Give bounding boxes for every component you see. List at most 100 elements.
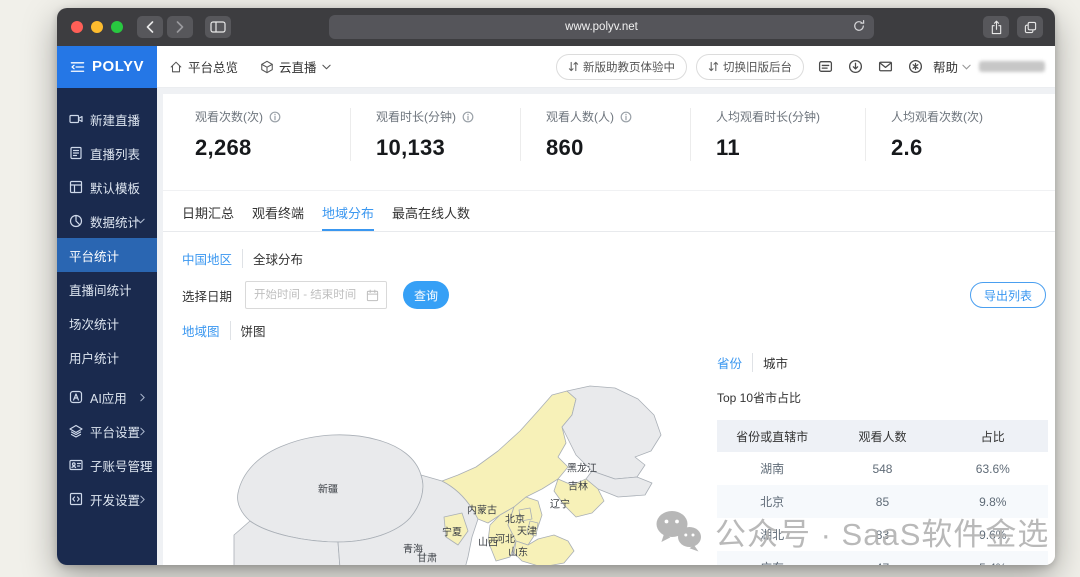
sidebar-item-2[interactable]: 默认模板	[57, 170, 157, 204]
chevron-right-icon	[140, 427, 145, 436]
sidebar-item-8[interactable]: AI应用	[57, 380, 157, 414]
chevron-right-icon	[140, 495, 145, 504]
sidebar-item-label: 开发设置	[90, 490, 140, 509]
stat-value: 11	[716, 135, 855, 161]
toggle-option-0[interactable]: 中国地区	[182, 249, 232, 268]
zoom-window-button[interactable]	[111, 21, 123, 33]
export-list-button[interactable]: 导出列表	[970, 282, 1046, 308]
region-toggle: 中国地区全球分布	[182, 249, 303, 268]
tab-3[interactable]: 最高在线人数	[392, 198, 470, 231]
logo[interactable]: POLYV	[57, 46, 157, 88]
close-window-button[interactable]	[71, 21, 83, 33]
stat-card-0: 观看次数(次)2,268	[195, 108, 350, 161]
minimize-window-button[interactable]	[91, 21, 103, 33]
pill-label: 切换旧版后台	[723, 59, 792, 75]
sidebar-item-0[interactable]: 新建直播	[57, 102, 157, 136]
content-gutter-top	[157, 88, 1055, 94]
back-button[interactable]	[137, 16, 163, 38]
list-icon	[69, 146, 83, 160]
main-content: 观看次数(次)2,268观看时长(分钟)10,133观看人数(人)860人均观看…	[157, 88, 1055, 565]
table-cell-ratio: 5.4%	[938, 561, 1048, 566]
tabs-overview-button[interactable]	[1017, 16, 1043, 38]
sidebar-item-label: 新建直播	[90, 110, 140, 129]
info-icon[interactable]	[462, 111, 474, 123]
app-body: 新建直播直播列表默认模板数据统计平台统计直播间统计场次统计用户统计 AI应用平台设…	[57, 88, 1055, 565]
points-button[interactable]	[903, 54, 929, 80]
stat-label: 人均观看时长(分钟)	[716, 108, 855, 125]
ranking-subtitle: Top 10省市占比	[717, 389, 1048, 406]
sidebar-toggle-icon	[210, 21, 226, 33]
stat-label-text: 人均观看时长(分钟)	[716, 108, 820, 125]
toggle-option-0[interactable]: 地域图	[182, 321, 220, 340]
browser-chrome: www.polyv.net	[57, 8, 1055, 46]
reload-icon[interactable]	[852, 19, 866, 33]
logo-text: POLYV	[92, 58, 144, 75]
stat-label-text: 观看次数(次)	[195, 108, 263, 125]
share-button[interactable]	[983, 16, 1009, 38]
sidebar-item-11[interactable]: 开发设置	[57, 482, 157, 516]
sidebar-item-label: 平台设置	[90, 422, 140, 441]
mail-icon	[878, 59, 893, 74]
url-bar[interactable]: www.polyv.net	[329, 15, 874, 39]
tab-2[interactable]: 地域分布	[322, 198, 374, 231]
table-cell-name: 湖南	[717, 460, 827, 477]
date-range-input[interactable]	[254, 289, 362, 301]
toggle-option-1[interactable]: 饼图	[230, 321, 266, 340]
china-map-shapes	[220, 385, 690, 565]
forward-button[interactable]	[167, 16, 193, 38]
header-pill-button-0[interactable]: 新版助教页体验中	[556, 54, 687, 80]
help-menu[interactable]: 帮助	[933, 57, 971, 76]
message-button[interactable]	[813, 54, 839, 80]
stat-label: 观看时长(分钟)	[376, 108, 510, 125]
sidebar-item-7[interactable]: 用户统计	[57, 340, 157, 374]
cube-icon	[260, 60, 274, 74]
chevron-down-icon	[322, 64, 331, 70]
stat-value: 860	[546, 135, 680, 161]
header-pill-buttons: 新版助教页体验中 切换旧版后台	[556, 54, 813, 80]
tab-0[interactable]: 日期汇总	[182, 198, 234, 231]
app-header-actions: 新版助教页体验中 切换旧版后台 帮助	[556, 54, 1045, 80]
toggle-option-1[interactable]: 全球分布	[242, 249, 303, 268]
sidebar-item-1[interactable]: 直播列表	[57, 136, 157, 170]
sidebar-item-label: 用户统计	[69, 348, 119, 367]
china-map[interactable]: 新疆黑龙江吉林辽宁内蒙古北京天津宁夏山西河北山东青海甘肃	[220, 385, 690, 565]
download-button[interactable]	[843, 54, 869, 80]
message-icon	[818, 59, 833, 74]
swap-icon	[708, 61, 719, 72]
account-name-redacted[interactable]	[979, 61, 1045, 72]
header-pill-button-1[interactable]: 切换旧版后台	[696, 54, 804, 80]
browser-window: www.polyv.net POLYV 平台总览 云直播 新版助教页体验中 切换旧版…	[57, 8, 1055, 565]
chrome-right-buttons	[983, 16, 1043, 38]
date-range-picker[interactable]	[245, 281, 387, 309]
toggle-option-1[interactable]: 城市	[752, 353, 788, 372]
layers-icon	[69, 424, 83, 438]
sidebar-item-6[interactable]: 场次统计	[57, 306, 157, 340]
sidebar-item-4[interactable]: 平台统计	[57, 238, 157, 272]
query-button[interactable]: 查询	[403, 281, 449, 309]
sidebar-item-label: 默认模板	[90, 178, 140, 197]
sidebar-item-3[interactable]: 数据统计	[57, 204, 157, 238]
tab-1[interactable]: 观看终端	[252, 198, 304, 231]
tabs-overview-icon	[1024, 21, 1037, 34]
table-cell-ratio: 63.6%	[938, 462, 1048, 476]
watermark: 公众号 · SaaS软件金选	[653, 504, 1049, 558]
column-header-province: 省份或直辖市	[717, 428, 827, 445]
sidebar-item-label: 数据统计	[90, 212, 140, 231]
info-icon[interactable]	[269, 111, 281, 123]
header-nav-0[interactable]: 平台总览	[169, 57, 238, 76]
sidebar-toggle-button[interactable]	[205, 16, 231, 38]
stat-card-4: 人均观看次数(次)2.6	[865, 108, 1041, 161]
sidebar-item-9[interactable]: 平台设置	[57, 414, 157, 448]
info-icon[interactable]	[620, 111, 632, 123]
header-nav-1[interactable]: 云直播	[260, 57, 331, 76]
sidebar-item-label: 直播间统计	[69, 280, 132, 299]
pill-label: 新版助教页体验中	[583, 59, 675, 75]
stat-card-2: 观看人数(人)860	[520, 108, 690, 161]
stat-value: 2.6	[891, 135, 1031, 161]
collapse-menu-icon	[70, 61, 85, 73]
sidebar-item-10[interactable]: 子账号管理	[57, 448, 157, 482]
toggle-option-0[interactable]: 省份	[717, 353, 742, 372]
sidebar-item-5[interactable]: 直播间统计	[57, 272, 157, 306]
chevron-down-icon	[136, 218, 145, 224]
mail-button[interactable]	[873, 54, 899, 80]
